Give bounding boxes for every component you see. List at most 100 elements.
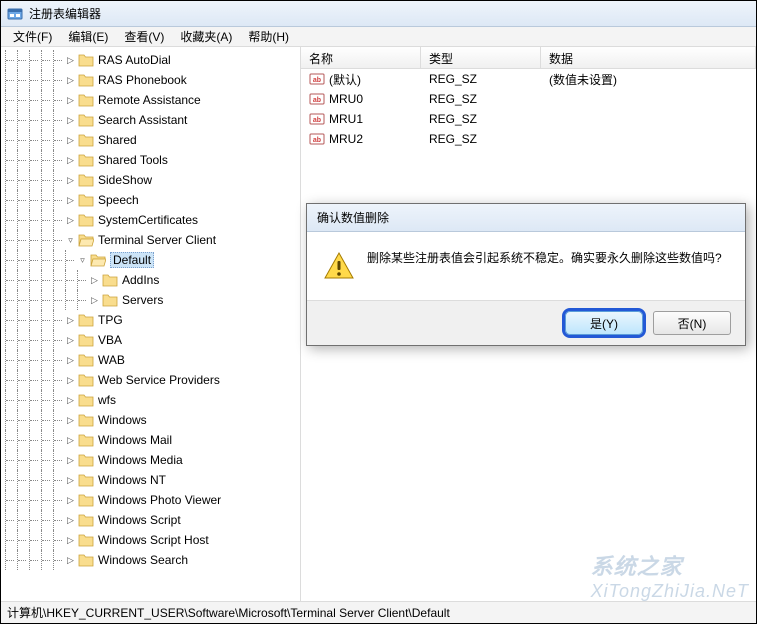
tree-label: VBA <box>98 333 122 347</box>
regedit-icon <box>7 6 23 22</box>
tree-item[interactable]: ▿Terminal Server Client <box>1 230 300 250</box>
expand-icon[interactable]: ▿ <box>77 255 88 266</box>
tree-item[interactable]: ▷Windows Script <box>1 510 300 530</box>
tree-item[interactable]: ▷ VBA <box>1 330 300 350</box>
tree-item[interactable]: ▷Servers <box>1 290 300 310</box>
folder-icon <box>78 113 94 127</box>
list-row[interactable]: MRU1REG_SZ <box>301 109 756 129</box>
status-bar: 计算机\HKEY_CURRENT_USER\Software\Microsoft… <box>1 601 756 623</box>
menu-favorites[interactable]: 收藏夹(A) <box>172 28 240 45</box>
expand-icon[interactable]: ▷ <box>65 95 76 106</box>
tree-item[interactable]: ▷ WAB <box>1 350 300 370</box>
tree-label: Shared Tools <box>98 153 168 167</box>
tree-item[interactable]: ▷ RAS AutoDial <box>1 50 300 70</box>
expand-icon[interactable]: ▷ <box>65 475 76 486</box>
folder-icon <box>78 333 94 347</box>
tree-item[interactable]: ▷Remote Assistance <box>1 90 300 110</box>
col-data[interactable]: 数据 <box>541 47 756 68</box>
tree-label: AddIns <box>122 273 159 287</box>
tree-item[interactable]: ▷Windows Media <box>1 450 300 470</box>
folder-icon <box>78 93 94 107</box>
menu-edit[interactable]: 编辑(E) <box>60 28 116 45</box>
expand-icon[interactable]: ▷ <box>65 515 76 526</box>
folder-icon <box>78 533 94 547</box>
expand-icon[interactable]: ▷ <box>65 135 76 146</box>
tree-item[interactable]: ▷ Search Assistant <box>1 110 300 130</box>
folder-icon <box>78 413 94 427</box>
folder-icon <box>102 293 118 307</box>
list-row[interactable]: MRU2REG_SZ <box>301 129 756 149</box>
expand-icon[interactable]: ▷ <box>65 455 76 466</box>
expand-icon[interactable]: ▷ <box>65 195 76 206</box>
expand-icon[interactable]: ▷ <box>65 535 76 546</box>
tree-label: wfs <box>98 393 116 407</box>
tree-item[interactable]: ▷Windows <box>1 410 300 430</box>
expand-icon[interactable]: ▿ <box>65 235 76 246</box>
expand-icon[interactable]: ▷ <box>65 495 76 506</box>
tree-item[interactable]: ▷Windows Mail <box>1 430 300 450</box>
tree-item[interactable]: ▿Default <box>1 250 300 270</box>
value-name: MRU1 <box>329 112 363 126</box>
tree-label: RAS AutoDial <box>98 53 171 67</box>
tree-label: Shared <box>98 133 137 147</box>
expand-icon[interactable]: ▷ <box>65 415 76 426</box>
expand-icon[interactable]: ▷ <box>65 115 76 126</box>
list-row[interactable]: (默认)REG_SZ(数值未设置) <box>301 69 756 89</box>
yes-button[interactable]: 是(Y) <box>565 311 643 335</box>
tree-item[interactable]: ▷Speech <box>1 190 300 210</box>
menu-help[interactable]: 帮助(H) <box>240 28 297 45</box>
folder-icon <box>78 553 94 567</box>
tree-label: Windows NT <box>98 473 166 487</box>
warning-icon <box>323 250 355 282</box>
dialog-title-bar[interactable]: 确认数值删除 <box>307 204 745 232</box>
menu-view[interactable]: 查看(V) <box>116 28 172 45</box>
tree-label: TPG <box>98 313 123 327</box>
tree-label: WAB <box>98 353 125 367</box>
tree-label: Search Assistant <box>98 113 187 127</box>
tree-item[interactable]: ▷Windows Search <box>1 550 300 570</box>
tree-item[interactable]: ▷ Windows NT <box>1 470 300 490</box>
expand-icon[interactable]: ▷ <box>89 275 100 286</box>
expand-icon[interactable]: ▷ <box>65 435 76 446</box>
col-type[interactable]: 类型 <box>421 47 541 68</box>
tree-item[interactable]: ▷ AddIns <box>1 270 300 290</box>
expand-icon[interactable]: ▷ <box>65 175 76 186</box>
tree-panel[interactable]: ▷ RAS AutoDial ▷RAS Phonebook▷Remote Assis… <box>1 47 301 601</box>
tree-item[interactable]: ▷ Web Service Providers <box>1 370 300 390</box>
expand-icon[interactable]: ▷ <box>65 155 76 166</box>
expand-icon[interactable]: ▷ <box>89 295 100 306</box>
expand-icon[interactable]: ▷ <box>65 555 76 566</box>
folder-icon <box>102 273 118 287</box>
col-name[interactable]: 名称 <box>301 47 421 68</box>
tree-item[interactable]: ▷ wfs <box>1 390 300 410</box>
tree-label: Web Service Providers <box>98 373 220 387</box>
expand-icon[interactable]: ▷ <box>65 75 76 86</box>
folder-icon <box>78 453 94 467</box>
folder-icon <box>78 73 94 87</box>
tree-item[interactable]: ▷Windows Photo Viewer <box>1 490 300 510</box>
tree-item[interactable]: ▷SystemCertificates <box>1 210 300 230</box>
expand-icon[interactable]: ▷ <box>65 335 76 346</box>
tree-item[interactable]: ▷ Shared Tools <box>1 150 300 170</box>
tree-item[interactable]: ▷SideShow <box>1 170 300 190</box>
value-type: REG_SZ <box>421 92 541 106</box>
menu-file[interactable]: 文件(F) <box>5 28 60 45</box>
expand-icon[interactable]: ▷ <box>65 375 76 386</box>
title-bar[interactable]: 注册表编辑器 <box>1 1 756 27</box>
tree-item[interactable]: ▷ Shared <box>1 130 300 150</box>
folder-icon <box>78 513 94 527</box>
expand-icon[interactable]: ▷ <box>65 395 76 406</box>
expand-icon[interactable]: ▷ <box>65 315 76 326</box>
no-button[interactable]: 否(N) <box>653 311 731 335</box>
tree-item[interactable]: ▷ TPG <box>1 310 300 330</box>
tree-item[interactable]: ▷ Windows Script Host <box>1 530 300 550</box>
expand-icon[interactable]: ▷ <box>65 355 76 366</box>
expand-icon[interactable]: ▷ <box>65 215 76 226</box>
tree-label: Windows Script Host <box>98 533 209 547</box>
list-row[interactable]: MRU0REG_SZ <box>301 89 756 109</box>
folder-icon <box>78 213 94 227</box>
folder-icon <box>78 473 94 487</box>
folder-icon <box>78 373 94 387</box>
expand-icon[interactable]: ▷ <box>65 55 76 66</box>
tree-item[interactable]: ▷RAS Phonebook <box>1 70 300 90</box>
